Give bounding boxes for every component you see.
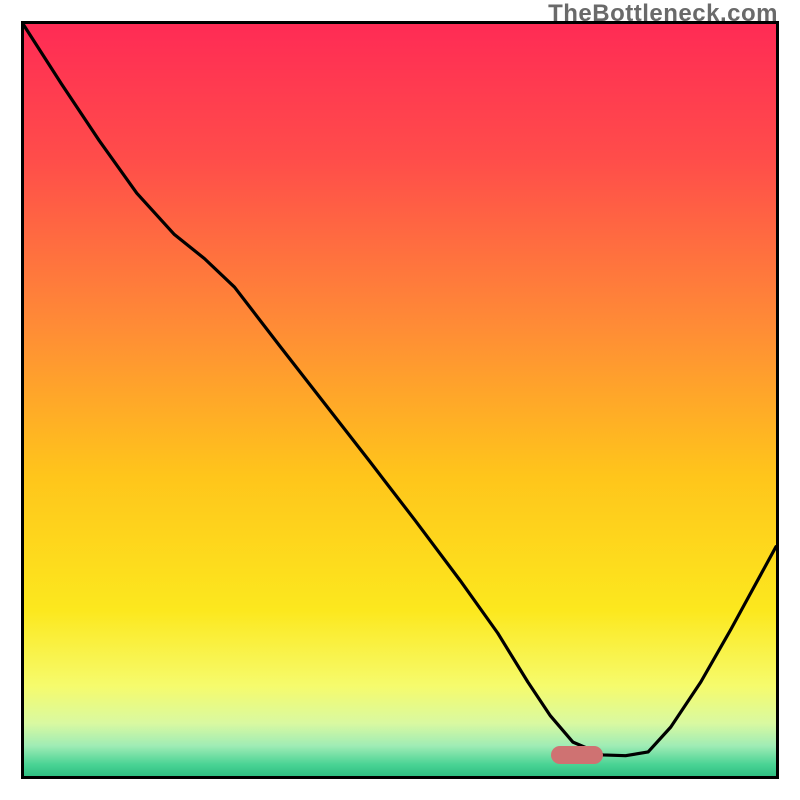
gradient-fill bbox=[24, 24, 776, 776]
optimal-marker bbox=[551, 746, 603, 764]
chart-plot bbox=[24, 24, 776, 776]
